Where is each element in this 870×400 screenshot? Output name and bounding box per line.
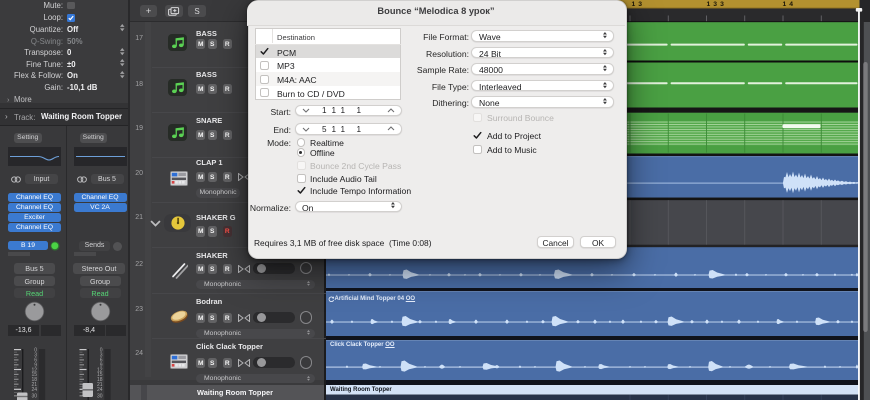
svg-text:30: 30 [97, 394, 103, 400]
svg-text:24: 24 [31, 387, 37, 393]
svg-text:30: 30 [31, 394, 37, 400]
svg-text:24: 24 [97, 387, 103, 393]
